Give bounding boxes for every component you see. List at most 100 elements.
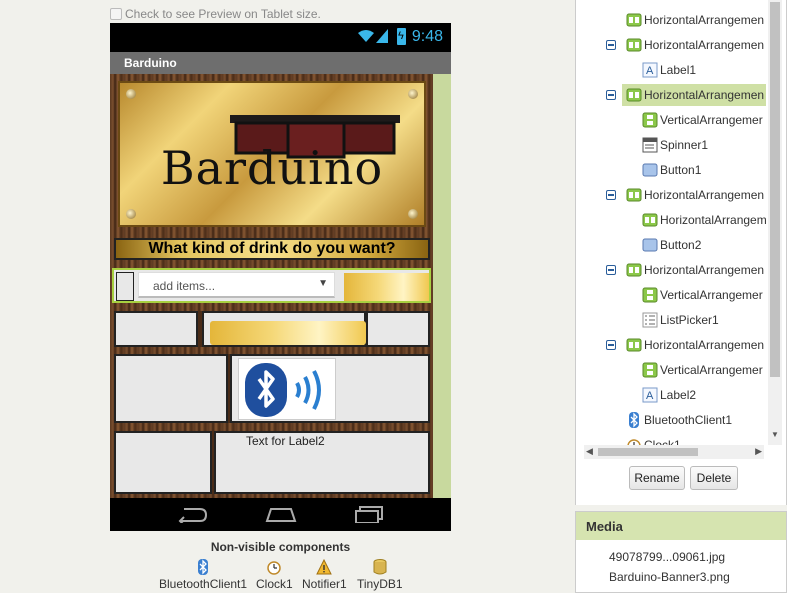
vertical-arrangement-1[interactable] xyxy=(116,272,134,301)
tablet-preview-checkbox[interactable]: Check to see Preview on Tablet size. xyxy=(110,7,321,21)
nonvisible-tinydb[interactable]: TinyDB1 xyxy=(357,559,403,591)
banner-image[interactable]: Barduino xyxy=(118,81,426,227)
delete-button[interactable]: Delete xyxy=(690,466,738,490)
horizontal-arrangement-label2-row[interactable]: Text for Label2 xyxy=(114,431,430,494)
nonvisible-label: Clock1 xyxy=(256,577,293,591)
screw-icon xyxy=(408,209,418,219)
collapse-toggle-icon[interactable] xyxy=(606,340,616,350)
label2-container[interactable]: Text for Label2 xyxy=(214,431,430,494)
tree-node[interactable]: VerticalArrangemer xyxy=(642,359,763,381)
listpicker1[interactable] xyxy=(238,358,336,420)
bluetooth-icon xyxy=(198,559,209,575)
scroll-thumb[interactable] xyxy=(598,448,698,456)
vertical-arrangement-icon xyxy=(642,112,658,128)
spinner1[interactable]: add items... ▼ xyxy=(138,272,335,298)
nonvisible-clock[interactable]: Clock1 xyxy=(256,559,293,591)
bluetooth-icon xyxy=(629,412,639,428)
horizontal-arrangement-icon xyxy=(626,263,642,277)
scroll-right-icon[interactable]: ▶ xyxy=(755,446,762,457)
vertical-arrangement-icon xyxy=(642,287,658,303)
tree-node[interactable]: HorizontalArrangemen xyxy=(606,184,764,206)
tree-node-label: HorizontalArrangemen xyxy=(644,88,765,102)
collapse-toggle-icon[interactable] xyxy=(606,190,616,200)
collapse-toggle-icon[interactable] xyxy=(606,265,616,275)
scroll-down-icon[interactable]: ▼ xyxy=(771,430,779,439)
button1[interactable] xyxy=(344,273,429,301)
nonvisible-label: BluetoothClient1 xyxy=(159,577,248,591)
nonvisible-notifier[interactable]: Notifier1 xyxy=(302,559,347,591)
button-icon xyxy=(642,163,658,177)
label-icon: A xyxy=(642,62,658,78)
collapse-toggle-icon[interactable] xyxy=(606,90,616,100)
horizontal-arrangement-icon xyxy=(626,88,642,102)
tree-node[interactable]: A Label1 xyxy=(642,59,696,81)
screw-icon xyxy=(408,89,418,99)
screen1[interactable]: Barduino What kind of drink do you want?… xyxy=(110,74,451,498)
checkbox-box[interactable] xyxy=(110,8,122,20)
tree-node-label: Clock1 xyxy=(644,438,681,445)
tree-node-label: VerticalArrangemer xyxy=(660,363,763,377)
nonvisible-bluetooth[interactable]: BluetoothClient1 xyxy=(159,559,247,591)
home-icon xyxy=(265,508,297,522)
screen-scroll-area xyxy=(433,74,451,498)
horizontal-arrangement-spinner-row[interactable]: add items... ▼ xyxy=(112,268,431,303)
button2-container[interactable] xyxy=(202,311,366,347)
listpicker-container[interactable] xyxy=(230,354,430,423)
button-icon xyxy=(642,238,658,252)
tree-horizontal-scrollbar[interactable]: ◀ ▶ xyxy=(584,445,764,459)
tree-node[interactable]: Spinner1 xyxy=(642,134,708,156)
button2-row-right xyxy=(366,311,430,347)
recent-apps-icon xyxy=(355,506,383,523)
screw-icon xyxy=(126,89,136,99)
signal-icon xyxy=(376,29,388,43)
tree-vertical-scrollbar[interactable]: ▼ xyxy=(768,0,782,445)
svg-text:A: A xyxy=(646,390,654,402)
collapse-toggle-icon[interactable] xyxy=(606,40,616,50)
label1[interactable]: What kind of drink do you want? xyxy=(114,238,430,260)
tree-node-label: VerticalArrangemer xyxy=(660,113,763,127)
navigation-bar xyxy=(110,498,451,531)
rename-button[interactable]: Rename xyxy=(629,466,685,490)
component-tree[interactable]: HorizontalArrangemen HorizontalArrangemen… xyxy=(576,0,768,445)
tree-node[interactable]: Clock1 xyxy=(626,434,681,445)
scroll-left-icon[interactable]: ◀ xyxy=(586,446,593,457)
tree-node-label: Spinner1 xyxy=(660,138,709,152)
tree-node-label: HorizontalArrangemen xyxy=(644,13,765,27)
horizontal-arrangement-icon xyxy=(642,213,658,227)
wifi-icon xyxy=(358,30,374,42)
label2[interactable]: Text for Label2 xyxy=(246,434,325,448)
warning-icon xyxy=(316,559,333,575)
tree-node[interactable]: HorizontalArrangemen xyxy=(606,84,766,106)
tree-node[interactable]: Button2 xyxy=(642,234,701,256)
tree-node[interactable]: Button1 xyxy=(642,159,701,181)
tree-node[interactable]: HorizontalArrangemen xyxy=(626,9,764,31)
tree-node[interactable]: HorizontalArrangemen xyxy=(606,34,765,56)
database-icon xyxy=(373,559,387,575)
tree-node[interactable]: BluetoothClient1 xyxy=(626,409,732,431)
tree-node[interactable]: VerticalArrangemer xyxy=(642,284,763,306)
tree-node[interactable]: HorizontalArrangemen xyxy=(606,259,764,281)
tree-node[interactable]: A Label2 xyxy=(642,384,696,406)
tree-node-label: HorizontalArrangemen xyxy=(644,38,765,52)
horizontal-arrangement-icon xyxy=(626,188,642,202)
tree-node[interactable]: ListPicker1 xyxy=(642,309,719,331)
tree-node[interactable]: HorizontalArrangemen xyxy=(606,334,764,356)
svg-text:A: A xyxy=(646,65,654,77)
nonvisible-label: TinyDB1 xyxy=(357,577,403,591)
button2[interactable] xyxy=(210,321,366,345)
horizontal-arrangement-inner[interactable] xyxy=(114,311,198,347)
tree-node-label: VerticalArrangemer xyxy=(660,288,763,302)
vertical-arrangement-icon xyxy=(642,362,658,378)
app-title-bar: Barduino xyxy=(110,52,451,74)
bluetooth-icon xyxy=(245,363,321,417)
tree-node[interactable]: VerticalArrangemer xyxy=(642,109,763,131)
media-item[interactable]: 49078799...09061.jpg xyxy=(609,550,725,564)
vertical-arrangement-3[interactable] xyxy=(114,431,212,494)
horizontal-arrangement-listpicker-row[interactable] xyxy=(114,354,430,423)
scroll-thumb[interactable] xyxy=(770,2,780,377)
tree-node[interactable]: HorizontalArrangem xyxy=(642,209,767,231)
horizontal-arrangement-button2-row[interactable] xyxy=(114,311,430,347)
vertical-arrangement-2[interactable] xyxy=(114,354,228,423)
media-item[interactable]: Barduino-Banner3.png xyxy=(609,570,730,584)
components-panel: HorizontalArrangemen HorizontalArrangemen… xyxy=(575,0,787,505)
